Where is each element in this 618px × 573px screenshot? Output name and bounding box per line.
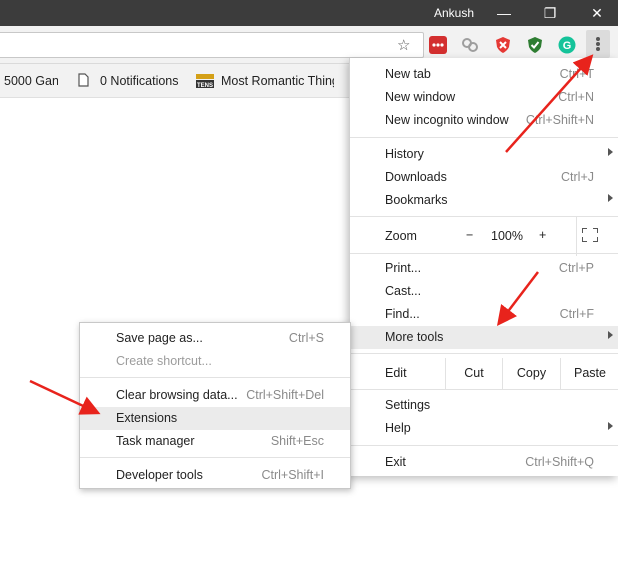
menu-edit-row: Edit Cut Copy Paste: [350, 358, 618, 389]
menu-item-shortcut: Ctrl+Shift+N: [525, 113, 594, 127]
submenu-item-create-shortcut: Create shortcut...: [80, 350, 350, 373]
menu-item-shortcut: Shift+Esc: [270, 434, 324, 448]
lastpass-icon[interactable]: [429, 36, 447, 54]
more-tools-submenu: Save page as... Ctrl+S Create shortcut..…: [79, 322, 351, 489]
menu-item-history[interactable]: History: [350, 143, 618, 166]
menu-divider: [350, 137, 618, 138]
submenu-item-extensions[interactable]: Extensions: [80, 407, 350, 430]
zoom-out-button[interactable]: −: [466, 228, 473, 242]
menu-item-label: More tools: [385, 330, 444, 344]
menu-divider: [576, 216, 577, 256]
fullscreen-icon[interactable]: [582, 228, 598, 242]
minimize-button[interactable]: —: [494, 4, 514, 22]
menu-divider: [80, 377, 350, 378]
tens-icon: TENS: [196, 74, 214, 88]
chrome-menu-button[interactable]: [586, 30, 610, 58]
dot-icon: [596, 42, 600, 46]
menu-item-shortcut: Ctrl+J: [561, 170, 594, 184]
menu-item-label: Print...: [385, 261, 422, 275]
menu-divider: [350, 253, 618, 254]
shield-green-icon[interactable]: [526, 36, 544, 54]
menu-item-label: New incognito window: [385, 113, 509, 127]
zoom-in-button[interactable]: +: [539, 228, 546, 242]
svg-text:G: G: [563, 40, 572, 52]
menu-item-label: Clear browsing data...: [116, 388, 238, 402]
menu-item-label: History: [385, 147, 424, 161]
menu-item-label: Downloads: [385, 170, 447, 184]
menu-item-shortcut: Ctrl+Shift+I: [261, 468, 324, 482]
page-icon: [78, 73, 89, 87]
menu-item-label: Task manager: [116, 434, 195, 448]
menu-item-label: Developer tools: [116, 468, 203, 482]
menu-item-more-tools[interactable]: More tools: [350, 326, 618, 349]
submenu-arrow-icon: [608, 148, 613, 156]
menu-item-bookmarks[interactable]: Bookmarks: [350, 189, 618, 212]
menu-item-new-tab[interactable]: New tab Ctrl+T: [350, 63, 618, 86]
close-window-button[interactable]: ✕: [587, 4, 607, 22]
menu-item-label: New tab: [385, 67, 431, 81]
submenu-arrow-icon: [608, 422, 613, 430]
menu-item-shortcut: Ctrl+S: [288, 331, 324, 345]
menu-divider: [350, 216, 618, 217]
menu-item-label: Cast...: [385, 284, 422, 298]
menu-item-shortcut: Ctrl+T: [559, 67, 594, 81]
bookmark-item[interactable]: 0 Notifications: [100, 74, 179, 88]
address-bar[interactable]: ☆: [0, 32, 424, 58]
menu-item-new-window[interactable]: New window Ctrl+N: [350, 86, 618, 109]
menu-item-label: Create shortcut...: [116, 354, 212, 368]
menu-divider: [350, 353, 618, 354]
profile-name[interactable]: Ankush: [434, 6, 474, 20]
bookmark-item[interactable]: 5000 Gan: [4, 74, 58, 88]
submenu-arrow-icon: [608, 331, 613, 339]
menu-item-label: Exit: [385, 455, 406, 469]
dot-icon: [596, 37, 600, 41]
window-titlebar: Ankush — ❐ ✕: [0, 0, 618, 26]
chrome-main-menu: New tab Ctrl+T New window Ctrl+N New inc…: [349, 58, 618, 476]
menu-item-exit[interactable]: Exit Ctrl+Shift+Q: [350, 451, 618, 474]
dot-icon: [596, 47, 600, 51]
edit-label: Edit: [385, 366, 407, 380]
grammarly-icon[interactable]: G: [558, 36, 576, 54]
submenu-arrow-icon: [608, 194, 613, 202]
menu-divider: [80, 457, 350, 458]
menu-item-shortcut: Ctrl+N: [558, 90, 594, 104]
menu-item-shortcut: Ctrl+Shift+Del: [246, 388, 324, 402]
menu-zoom-row: Zoom − 100% +: [350, 216, 618, 256]
copy-button[interactable]: Copy: [502, 358, 560, 389]
menu-item-cast[interactable]: Cast...: [350, 280, 618, 303]
link-icon[interactable]: [461, 36, 479, 54]
submenu-item-task-manager[interactable]: Task manager Shift+Esc: [80, 430, 350, 453]
menu-item-label: New window: [385, 90, 456, 104]
menu-item-label: Settings: [385, 398, 431, 412]
menu-item-shortcut: Ctrl+P: [558, 261, 594, 275]
svg-text:TENS: TENS: [197, 83, 213, 88]
menu-item-shortcut: Ctrl+Shift+Q: [525, 455, 594, 469]
zoom-label: Zoom: [385, 229, 417, 243]
menu-item-downloads[interactable]: Downloads Ctrl+J: [350, 166, 618, 189]
bookmark-item[interactable]: Most Romantic Thing: [221, 74, 334, 88]
menu-divider: [350, 445, 618, 446]
menu-item-label: Help: [385, 421, 411, 435]
menu-item-print[interactable]: Print... Ctrl+P: [350, 257, 618, 280]
menu-item-label: Save page as...: [116, 331, 203, 345]
paste-button[interactable]: Paste: [560, 358, 618, 389]
menu-item-settings[interactable]: Settings: [350, 394, 618, 417]
menu-item-new-incognito-window[interactable]: New incognito window Ctrl+Shift+N: [350, 109, 618, 132]
zoom-level: 100%: [491, 229, 523, 243]
menu-item-label: Extensions: [116, 411, 178, 425]
menu-item-label: Find...: [385, 307, 420, 321]
cut-button[interactable]: Cut: [445, 358, 502, 389]
menu-item-find[interactable]: Find... Ctrl+F: [350, 303, 618, 326]
menu-divider: [350, 389, 618, 390]
submenu-item-save-page[interactable]: Save page as... Ctrl+S: [80, 327, 350, 350]
menu-item-label: Bookmarks: [385, 193, 448, 207]
restore-button[interactable]: ❐: [540, 4, 560, 22]
submenu-item-clear-browsing-data[interactable]: Clear browsing data... Ctrl+Shift+Del: [80, 384, 350, 407]
submenu-item-developer-tools[interactable]: Developer tools Ctrl+Shift+I: [80, 464, 350, 487]
menu-item-help[interactable]: Help: [350, 417, 618, 440]
bookmark-star-icon[interactable]: ☆: [397, 36, 410, 54]
menu-item-shortcut: Ctrl+F: [559, 307, 594, 321]
shield-red-icon[interactable]: [494, 36, 512, 54]
